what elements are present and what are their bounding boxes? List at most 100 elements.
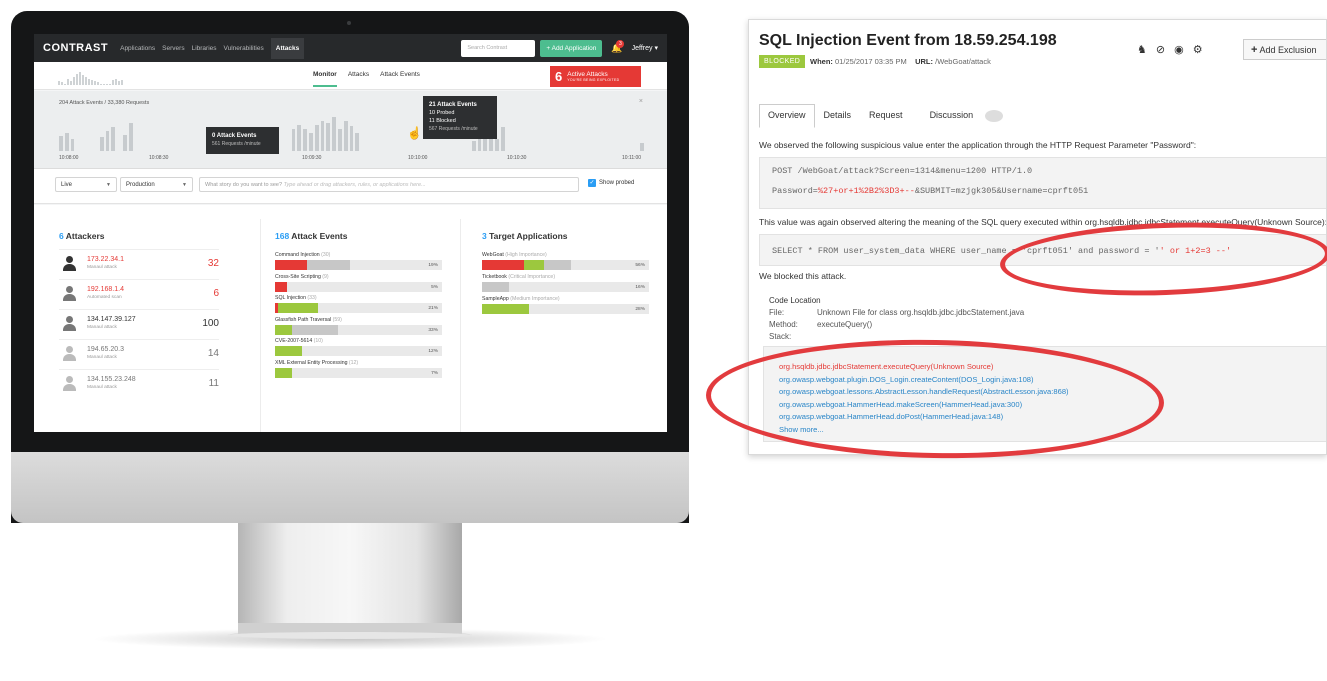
stack-frame[interactable]: org.owasp.webgoat.HammerHead.doPost(Hamm… bbox=[779, 411, 1322, 424]
tab-attack-events[interactable]: Attack Events bbox=[380, 71, 420, 87]
blocked-text: We blocked this attack. bbox=[759, 271, 847, 281]
bar-percent: 7% bbox=[431, 370, 438, 376]
nav-vulnerabilities[interactable]: Vulnerabilities bbox=[224, 45, 264, 52]
add-exclusion-button[interactable]: + Add Exclusion bbox=[1243, 39, 1326, 60]
sql-prefix: SELECT * FROM user_system_data WHERE use… bbox=[772, 246, 1160, 256]
attacker-row[interactable]: 134.147.39.127 Manaul attack 100 bbox=[59, 309, 219, 337]
bar-row[interactable]: Glassfish Path Traversal (59) 33% bbox=[275, 317, 442, 335]
attacker-row[interactable]: 192.168.1.4 Automated scan 6 bbox=[59, 279, 219, 307]
timeline-bar[interactable] bbox=[500, 127, 505, 151]
tick-label: 10:09:30 bbox=[302, 155, 322, 161]
mode-select[interactable]: Live ▼ bbox=[55, 177, 117, 192]
stack-frame[interactable]: org.owasp.webgoat.HammerHead.makeScreen(… bbox=[779, 399, 1322, 412]
timeline-bar[interactable] bbox=[640, 143, 645, 151]
bar-segment-red bbox=[482, 260, 524, 270]
tab-request[interactable]: Request bbox=[860, 104, 912, 128]
bar-row[interactable]: WebGoat (High Importance) 56% bbox=[482, 252, 649, 270]
eye-slash-icon[interactable]: ◉ bbox=[1174, 43, 1184, 56]
ban-icon[interactable]: ⊘ bbox=[1156, 43, 1165, 56]
show-more-link[interactable]: Show more... bbox=[779, 424, 1322, 437]
column-divider bbox=[460, 219, 461, 432]
tab-overview[interactable]: Overview bbox=[759, 104, 815, 128]
tab-attacks[interactable]: Attacks bbox=[348, 71, 369, 87]
add-application-button[interactable]: + Add Application bbox=[540, 39, 603, 57]
bar-track: 16% bbox=[482, 282, 649, 292]
nav-attacks[interactable]: Attacks bbox=[270, 37, 305, 59]
story-search-input[interactable]: What story do you want to see? Type ahea… bbox=[199, 177, 579, 192]
bar-percent: 12% bbox=[428, 349, 438, 354]
timeline-bars[interactable] bbox=[59, 117, 645, 151]
stack-frame[interactable]: org.owasp.webgoat.lessons.AbstractLesson… bbox=[779, 386, 1322, 399]
environment-select[interactable]: Production ▼ bbox=[120, 177, 193, 192]
timeline-bar[interactable] bbox=[314, 125, 319, 151]
timeline-bar[interactable] bbox=[355, 133, 360, 151]
bar-row[interactable]: Ticketbook (Critical Importance) 16% bbox=[482, 274, 649, 292]
stack-frame[interactable]: org.owasp.webgoat.plugin.DOS_Login.creat… bbox=[779, 374, 1322, 387]
nav-applications[interactable]: Applications bbox=[120, 45, 155, 52]
user-menu[interactable]: Jeffrey ▾ bbox=[632, 44, 658, 52]
bar-row[interactable]: CVE-2007-5614 (10) 12% bbox=[275, 338, 442, 356]
timeline-bar[interactable] bbox=[477, 137, 482, 151]
timeline-bar[interactable] bbox=[64, 133, 69, 151]
bar-row[interactable]: Command Injection (30) 19% bbox=[275, 252, 442, 270]
nav-libraries[interactable]: Libraries bbox=[192, 45, 217, 52]
timeline-bar[interactable] bbox=[471, 141, 476, 151]
attacker-row[interactable]: 173.22.34.1 Manaul attack 32 bbox=[59, 249, 219, 277]
attacker-row[interactable]: 194.65.20.3 Manaul attack 14 bbox=[59, 339, 219, 367]
timeline-tooltip: 0 Attack Events 561 Requests /minute bbox=[206, 127, 279, 154]
bar-row[interactable]: SQL Injection (33) 21% bbox=[275, 295, 442, 313]
sparkline-bar bbox=[106, 84, 108, 85]
timeline-bar[interactable] bbox=[308, 133, 313, 151]
attack-events-label: Attack Events bbox=[291, 231, 348, 241]
bar-row[interactable]: Cross-Site Scripting (9) 5% bbox=[275, 274, 442, 292]
timeline-bar[interactable] bbox=[105, 131, 110, 151]
close-icon[interactable]: × bbox=[639, 98, 643, 105]
timeline-bar[interactable] bbox=[349, 126, 354, 151]
timeline-bar[interactable] bbox=[494, 139, 499, 151]
monitor-foot bbox=[228, 631, 472, 639]
timeline-bar[interactable] bbox=[332, 117, 336, 151]
timeline-bar[interactable] bbox=[99, 137, 104, 151]
tab-details[interactable]: Details bbox=[815, 104, 861, 128]
contrast-logo[interactable]: CONTRAST bbox=[43, 42, 108, 54]
timeline-bar[interactable] bbox=[303, 129, 307, 151]
sparkline-bar bbox=[118, 81, 120, 85]
bar-row[interactable]: XML External Entity Processing (12) 7% bbox=[275, 360, 442, 378]
nav-servers[interactable]: Servers bbox=[162, 45, 184, 52]
bar-track: 7% bbox=[275, 367, 442, 378]
timeline-bar[interactable] bbox=[320, 121, 325, 151]
notification-bell[interactable]: 🔔 3 bbox=[611, 39, 625, 54]
search-input[interactable]: Search Contrast bbox=[461, 39, 536, 57]
tick-label: 10:11:00 bbox=[622, 155, 642, 161]
gear-icon[interactable]: ⚙ bbox=[1193, 43, 1203, 56]
attack-timeline: 204 Attack Events / 33,380 Requests × 10… bbox=[34, 91, 667, 169]
timeline-bar[interactable] bbox=[122, 135, 127, 151]
tab-monitor[interactable]: Monitor bbox=[313, 71, 337, 87]
timeline-bar[interactable] bbox=[326, 123, 331, 151]
stack-frame[interactable]: org.hsqldb.jdbc.jdbcStatement.executeQue… bbox=[779, 361, 1322, 374]
sparkline-bar bbox=[82, 75, 84, 85]
timeline-summary: 204 Attack Events / 33,380 Requests bbox=[59, 100, 150, 106]
attackers-title: 6 Attackers bbox=[59, 231, 105, 241]
url-label: URL: bbox=[915, 57, 934, 66]
add-exclusion-label: Add Exclusion bbox=[1259, 45, 1317, 55]
timeline-bar[interactable] bbox=[128, 123, 133, 151]
timeline-bar[interactable] bbox=[338, 129, 342, 151]
timeline-bar[interactable] bbox=[297, 125, 302, 151]
sparkline-bar bbox=[97, 82, 99, 85]
bar-sublabel: (12) bbox=[347, 359, 359, 366]
monitor-chin bbox=[11, 452, 689, 523]
timeline-bar[interactable] bbox=[343, 121, 348, 151]
tab-discussion[interactable]: Discussion bbox=[912, 104, 1013, 128]
puzzle-icon[interactable]: ♞ bbox=[1137, 43, 1147, 56]
show-probed-toggle[interactable]: ✓ Show probed bbox=[588, 179, 634, 187]
active-attacks-alert[interactable]: 6 Active Attacks YOU'RE BEING EXPLOITED bbox=[550, 66, 641, 87]
attacker-row[interactable]: 134.155.23.248 Manaul attack 11 bbox=[59, 369, 219, 397]
attacker-type: Manaul attack bbox=[87, 355, 117, 360]
timeline-bar[interactable] bbox=[70, 139, 75, 151]
timeline-bar[interactable] bbox=[111, 127, 116, 151]
timeline-bar[interactable] bbox=[291, 129, 296, 151]
bar-row[interactable]: SampleApp (Medium Importance) 28% bbox=[482, 296, 649, 314]
timeline-bar[interactable] bbox=[59, 136, 63, 151]
bar-percent: 33% bbox=[428, 327, 438, 333]
